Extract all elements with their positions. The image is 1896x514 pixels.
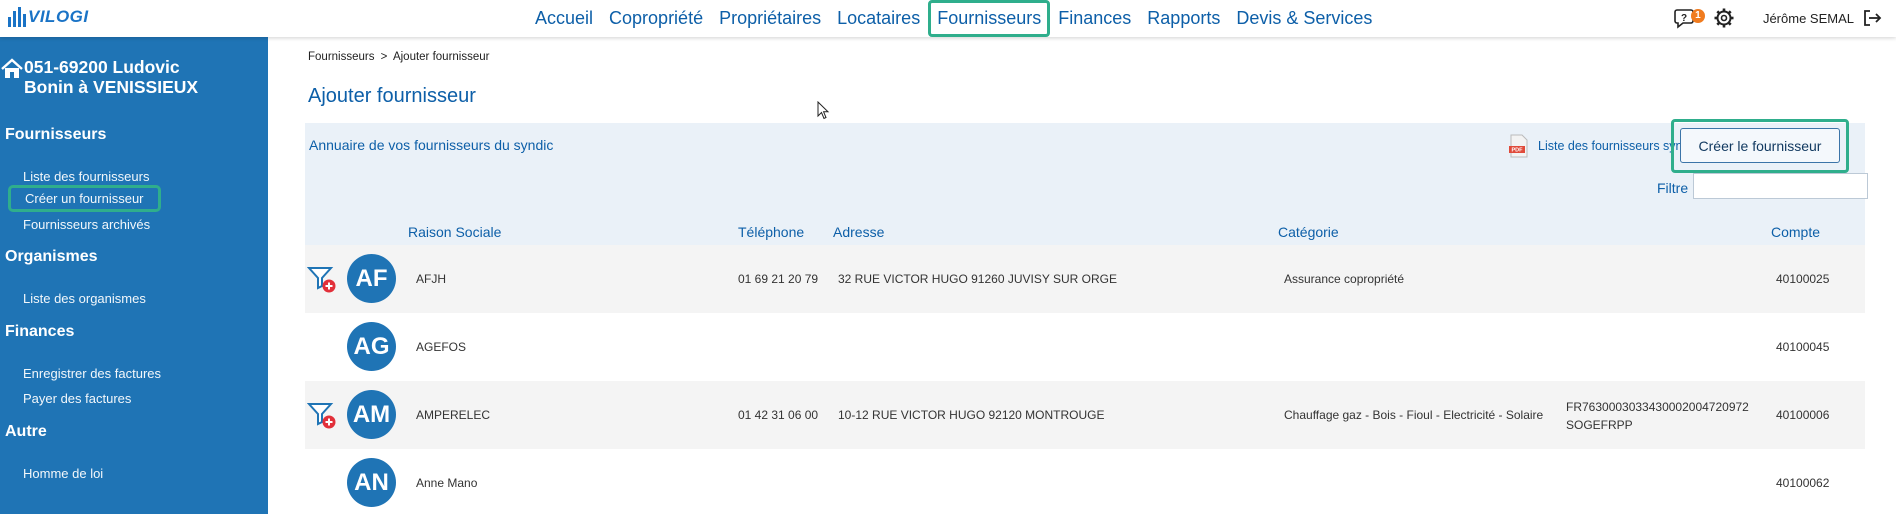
notification-badge: 1 bbox=[1690, 9, 1705, 23]
gear-icon[interactable] bbox=[1713, 7, 1735, 29]
supplier-account: 40100062 bbox=[1776, 476, 1830, 490]
logout-icon[interactable] bbox=[1862, 8, 1882, 28]
sidebar-item-enregistrer-factures[interactable]: Enregistrer des factures bbox=[23, 366, 161, 381]
user-name[interactable]: Jérôme SEMAL bbox=[1763, 11, 1854, 26]
breadcrumb-current: Ajouter fournisseur bbox=[392, 51, 490, 63]
supplier-phone: 01 42 31 06 00 bbox=[738, 408, 819, 422]
building-icon bbox=[8, 7, 26, 27]
avatar: AF bbox=[347, 254, 396, 303]
supplier-name[interactable]: AGEFOS bbox=[416, 340, 466, 354]
breadcrumb: Fournisseurs > Ajouter fournisseur bbox=[308, 51, 489, 63]
column-header-categorie[interactable]: Catégorie bbox=[1278, 224, 1339, 240]
nav-finances[interactable]: Finances bbox=[1050, 0, 1139, 37]
supplier-account: 40100006 bbox=[1776, 408, 1830, 422]
sidebar-item-fournisseurs-archives[interactable]: Fournisseurs archivés bbox=[23, 217, 150, 232]
svg-text:PDF: PDF bbox=[1512, 148, 1524, 154]
sidebar-item-liste-fournisseurs[interactable]: Liste des fournisseurs bbox=[23, 169, 149, 184]
page-title: Ajouter fournisseur bbox=[308, 85, 476, 107]
sidebar-section-organismes: Organismes bbox=[5, 248, 98, 265]
main-nav: Accueil Copropriété Propriétaires Locata… bbox=[527, 0, 1380, 37]
copro-title-line2: Bonin à VENISSIEUX bbox=[24, 77, 199, 97]
home-icon[interactable] bbox=[0, 57, 24, 81]
create-button-highlight: Créer le fournisseur bbox=[1671, 119, 1849, 173]
copro-title-line1: 051-69200 Ludovic bbox=[24, 57, 180, 77]
svg-text:?: ? bbox=[1681, 13, 1687, 24]
vilogi-logo[interactable]: VILOGI bbox=[8, 7, 89, 27]
column-header-adresse[interactable]: Adresse bbox=[833, 224, 884, 240]
supplier-address: 32 RUE VICTOR HUGO 91260 JUVISY SUR ORGE bbox=[838, 272, 1117, 286]
sidebar-item-liste-organismes[interactable]: Liste des organismes bbox=[23, 291, 146, 306]
column-header-telephone[interactable]: Téléphone bbox=[738, 224, 804, 240]
supplier-name[interactable]: Anne Mano bbox=[416, 476, 477, 490]
main-content: Fournisseurs > Ajouter fournisseur Ajout… bbox=[268, 37, 1896, 514]
supplier-iban: FR7630003033430002004720972 bbox=[1566, 400, 1749, 414]
suppliers-panel: Annuaire de vos fournisseurs du syndic P… bbox=[305, 119, 1868, 514]
create-supplier-button[interactable]: Créer le fournisseur bbox=[1680, 128, 1840, 163]
supplier-name[interactable]: AMPERELEC bbox=[416, 408, 490, 422]
nav-accueil[interactable]: Accueil bbox=[527, 0, 601, 37]
nav-copropriete[interactable]: Copropriété bbox=[601, 0, 711, 37]
column-header-compte[interactable]: Compte bbox=[1771, 224, 1820, 240]
supplier-address: 10-12 RUE VICTOR HUGO 92120 MONTROUGE bbox=[838, 408, 1105, 422]
avatar: AN bbox=[347, 458, 396, 507]
supplier-bank: SOGEFRPP bbox=[1566, 418, 1633, 432]
nav-locataires[interactable]: Locataires bbox=[829, 0, 928, 37]
filter-add-icon[interactable] bbox=[307, 400, 337, 430]
panel-title: Annuaire de vos fournisseurs du syndic bbox=[309, 137, 554, 153]
sidebar-item-payer-factures[interactable]: Payer des factures bbox=[23, 391, 131, 406]
sidebar-section-autre: Autre bbox=[5, 423, 47, 440]
sidebar-section-fournisseurs: Fournisseurs bbox=[5, 126, 107, 143]
mouse-cursor-icon bbox=[817, 101, 830, 120]
sidebar: 051-69200 Ludovic Bonin à VENISSIEUX Fou… bbox=[0, 37, 268, 514]
sidebar-section-finances: Finances bbox=[5, 323, 75, 340]
user-toolbar: ? 1 Jérôme SEMAL bbox=[1673, 7, 1882, 29]
column-header-raison-sociale[interactable]: Raison Sociale bbox=[408, 224, 501, 240]
table-row[interactable]: AN Anne Mano 40100062 bbox=[305, 449, 1865, 514]
filter-input[interactable] bbox=[1693, 173, 1868, 199]
supplier-account: 40100045 bbox=[1776, 340, 1830, 354]
avatar: AG bbox=[347, 322, 396, 371]
supplier-category: Assurance copropriété bbox=[1284, 272, 1405, 286]
filter-label: Filtre bbox=[1657, 180, 1689, 196]
pdf-icon: PDF bbox=[1509, 134, 1528, 158]
table-row[interactable]: AG AGEFOS 40100045 bbox=[305, 313, 1865, 381]
supplier-category: Chauffage gaz - Bois - Fioul - Electrici… bbox=[1284, 408, 1544, 422]
pdf-export-link[interactable]: PDF Liste des fournisseurs syndic bbox=[1508, 134, 1699, 158]
nav-devis-services[interactable]: Devis & Services bbox=[1228, 0, 1380, 37]
table-row[interactable]: AF AFJH 01 69 21 20 79 32 RUE VICTOR HUGO 9… bbox=[305, 245, 1865, 313]
copro-title: 051-69200 Ludovic Bonin à VENISSIEUX bbox=[0, 57, 268, 97]
filter-add-icon[interactable] bbox=[307, 264, 337, 294]
nav-rapports[interactable]: Rapports bbox=[1139, 0, 1228, 37]
nav-proprietaires[interactable]: Propriétaires bbox=[711, 0, 829, 37]
breadcrumb-fournisseurs[interactable]: Fournisseurs bbox=[308, 51, 374, 63]
logo-text: VILOGI bbox=[28, 7, 89, 26]
avatar: AM bbox=[347, 390, 396, 439]
supplier-phone: 01 69 21 20 79 bbox=[738, 272, 819, 286]
table-row[interactable]: AM AMPERELEC 01 42 31 06 00 10-12 RUE VICTO… bbox=[305, 381, 1865, 449]
top-navbar: VILOGI Accueil Copropriété Propriétaires… bbox=[0, 0, 1896, 37]
help-chat-button[interactable]: ? 1 bbox=[1673, 7, 1705, 29]
sidebar-item-creer-fournisseur[interactable]: Créer un fournisseur bbox=[8, 185, 161, 212]
breadcrumb-separator: > bbox=[380, 51, 388, 63]
nav-fournisseurs[interactable]: Fournisseurs bbox=[928, 0, 1051, 37]
supplier-account: 40100025 bbox=[1776, 272, 1830, 286]
supplier-name[interactable]: AFJH bbox=[416, 272, 446, 286]
sidebar-item-homme-de-loi[interactable]: Homme de loi bbox=[23, 466, 103, 481]
